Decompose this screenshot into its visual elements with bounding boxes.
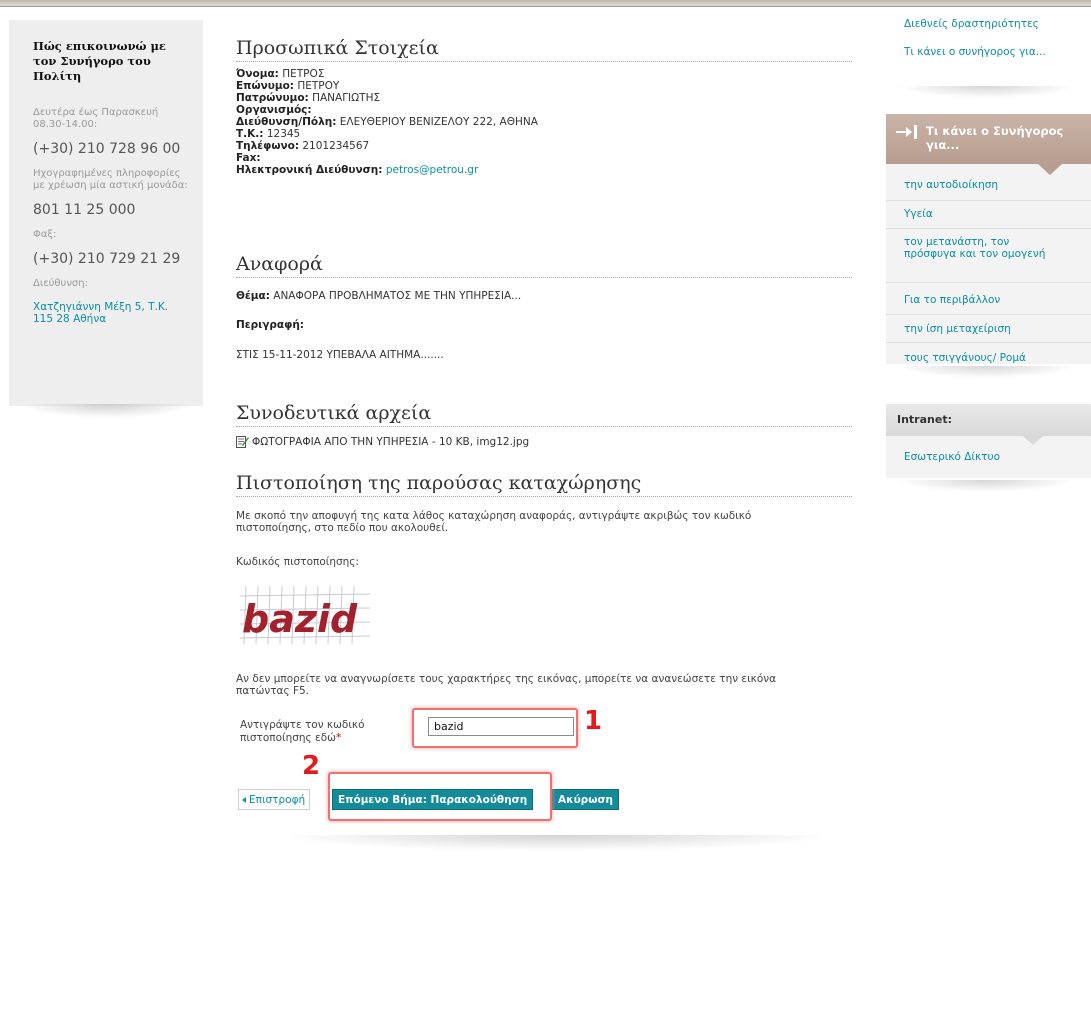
panel-notch: [1023, 436, 1043, 445]
verification-intro: Με σκοπό την αποφυγή της κατα λάθος κατα…: [236, 510, 752, 534]
field-label: Περιγραφή:: [236, 319, 305, 331]
right-shadow-bottom: [896, 480, 1076, 492]
verification-title: Πιστοποίηση της παρούσας καταχώρησης: [236, 471, 852, 497]
report-title: Αναφορά: [236, 252, 852, 278]
field-label: Τ.Κ.:: [236, 128, 264, 140]
field-address: Διεύθυνση/Πόλη: ΕΛΕΥΘΕΡΙΟΥ ΒΕΝΙΖΕΛΟΥ 222…: [236, 116, 538, 128]
divider: [886, 200, 1091, 201]
topic-equal-treatment[interactable]: την ίση μεταχείριση: [904, 323, 1054, 335]
ombudsman-topics-title: Τι κάνει ο Συνήγορος για...: [926, 124, 1064, 152]
right-shadow-top: [896, 86, 1076, 98]
divider: [886, 342, 1091, 343]
field-label: Διεύθυνση/Πόλη:: [236, 116, 337, 128]
topic-local-government[interactable]: την αυτοδιοίκηση: [904, 179, 1054, 191]
field-label: Ηλεκτρονική Διεύθυνση:: [236, 164, 383, 176]
right-shadow-mid: [896, 366, 1076, 378]
hours-label: Δευτέρα έως Παρασκευή 08.30-14.00:: [33, 107, 159, 130]
topic-health[interactable]: Υγεία: [904, 208, 1054, 220]
arrow-enter-icon: [896, 125, 920, 139]
field-label: Οργανισμός:: [236, 104, 312, 116]
back-button[interactable]: Επιστροφή: [238, 789, 311, 810]
field-fathers-name: Πατρώνυμο: ΠΑΝΑΓΙΩΤΗΣ: [236, 92, 380, 104]
intranet-panel: Intranet: Εσωτερικό Δίκτυο: [886, 404, 1091, 478]
recorded-phone-number: 801 11 25 000: [33, 202, 136, 218]
address-label: Διεύθυνση:: [33, 278, 88, 289]
email-link[interactable]: petros@petrou.gr: [386, 164, 478, 176]
field-label: Θέμα:: [236, 290, 270, 302]
captcha-image: bazid: [239, 584, 371, 646]
field-label: Fax:: [236, 152, 261, 164]
field-value: ΠΑΝΑΓΙΩΤΗΣ: [312, 92, 381, 104]
field-label: Επώνυμο:: [236, 80, 294, 92]
recorded-info-label: Ηχογραφημένες πληροφορίες με χρέωση μία …: [33, 168, 188, 191]
field-label: Τηλέφωνο:: [236, 140, 300, 152]
back-button-label: Επιστροφή: [249, 793, 306, 806]
field-description-label: Περιγραφή:: [236, 319, 304, 331]
divider: [886, 282, 1091, 283]
divider: [886, 228, 1091, 229]
topic-roma[interactable]: τους τσιγγάνους/ Ρομά: [904, 352, 1054, 364]
step-number-1: 1: [584, 706, 603, 736]
attachment-item[interactable]: ΦΩΤΟΓΡΑΦΙΑ ΑΠΟ ΤΗΝ ΥΠΗΡΕΣΙΑ - 10 KB, img…: [236, 435, 529, 448]
field-value: ΕΛΕΥΘΕΡΙΟΥ ΒΕΝΙΖΕΛΟΥ 222, ΑΘΗΝΑ: [339, 116, 538, 128]
field-organization: Οργανισμός:: [236, 104, 312, 116]
field-postal-code: Τ.Κ.: 12345: [236, 128, 300, 140]
field-email: Ηλεκτρονική Διεύθυνση: petros@petrou.gr: [236, 164, 478, 176]
address-link[interactable]: Χατζηγιάννη Μέξη 5, Τ.Κ. 115 28 Αθήνα: [33, 301, 173, 325]
field-last-name: Επώνυμο: ΠΕΤΡΟΥ: [236, 80, 339, 92]
field-subject: Θέμα: ΑΝΑΦΟΡΑ ΠΡΟΒΛΗΜΑΤΟΣ ΜΕ ΤΗΝ ΥΠΗΡΕΣΙ…: [236, 290, 521, 302]
cancel-button[interactable]: Ακύρωση: [552, 789, 619, 810]
ombudsman-topics-panel: Τι κάνει ο Συνήγορος για... την αυτοδιοί…: [886, 114, 1091, 364]
captcha-text: bazid: [242, 597, 358, 641]
international-activities-link[interactable]: Διεθνείς δραστηριότητες: [904, 18, 1064, 30]
verification-code-label: Κωδικός πιστοποίησης:: [236, 556, 360, 568]
main-shadow: [276, 835, 836, 851]
captcha-refresh-note: Αν δεν μπορείτε να αναγνωρίσετε τους χαρ…: [236, 673, 777, 697]
what-ombudsman-does-link[interactable]: Τι κάνει ο συνήγορος για...: [904, 46, 1064, 58]
contact-box: Πώς επικοινωνώ με τον Συνήγορο του Πολίτ…: [9, 20, 203, 406]
contact-box-shadow: [20, 404, 195, 418]
fax-label: Φαξ:: [33, 229, 57, 240]
required-mark: *: [335, 732, 342, 744]
divider: [886, 314, 1091, 315]
highlight-box-step2: [328, 772, 552, 821]
field-label: Πατρώνυμο:: [236, 92, 309, 104]
personal-details-title: Προσωπικά Στοιχεία: [236, 36, 852, 62]
fax-number: (+30) 210 729 21 29: [33, 251, 181, 267]
field-label: Όνομα:: [236, 68, 279, 80]
attachments-title: Συνοδευτικά αρχεία: [236, 401, 852, 427]
phone-number: (+30) 210 728 96 00: [33, 141, 181, 157]
field-fax: Fax:: [236, 152, 261, 164]
field-value: ΠΕΤΡΟΥ: [297, 80, 340, 92]
ombudsman-topics-header: Τι κάνει ο Συνήγορος για...: [886, 114, 1091, 164]
highlight-box-step1: [412, 708, 578, 748]
attachment-name: ΦΩΤΟΓΡΑΦΙΑ ΑΠΟ ΤΗΝ ΥΠΗΡΕΣΙΑ - 10 KB, img…: [252, 435, 530, 448]
code-input-label: Αντιγράψτε τον κωδικό πιστοποίησης εδώ*: [240, 719, 380, 745]
field-first-name: Όνομα: ΠΕΤΡΟΣ: [236, 68, 324, 80]
top-bar: [0, 0, 1091, 7]
contact-title: Πώς επικοινωνώ με τον Συνήγορο του Πολίτ…: [33, 39, 166, 83]
field-value: ΠΕΤΡΟΣ: [282, 68, 325, 80]
topic-environment[interactable]: Για το περιβάλλον: [904, 294, 1054, 306]
field-description-value: ΣΤΙΣ 15-11-2012 ΥΠΕΒΑΛΑ ΑΙΤΗΜΑ.......: [236, 349, 444, 361]
step-number-2: 2: [302, 751, 321, 781]
field-value: 12345: [266, 128, 301, 140]
back-arrow-icon: [242, 796, 246, 803]
topic-migrants[interactable]: τον μετανάστη, τον πρόσφυγα και τον ομογ…: [904, 236, 1054, 260]
field-value: 2101234567: [302, 140, 370, 152]
panel-notch: [1038, 164, 1062, 175]
document-edit-icon: [236, 435, 249, 448]
field-phone: Τηλέφωνο: 2101234567: [236, 140, 369, 152]
intranet-link[interactable]: Εσωτερικό Δίκτυο: [904, 451, 1054, 463]
code-input-label-text: Αντιγράψτε τον κωδικό πιστοποίησης εδώ: [240, 719, 365, 744]
intranet-title: Intranet:: [886, 404, 1091, 436]
field-value: ΑΝΑΦΟΡΑ ΠΡΟΒΛΗΜΑΤΟΣ ΜΕ ΤΗΝ ΥΠΗΡΕΣΙΑ...: [273, 290, 522, 302]
